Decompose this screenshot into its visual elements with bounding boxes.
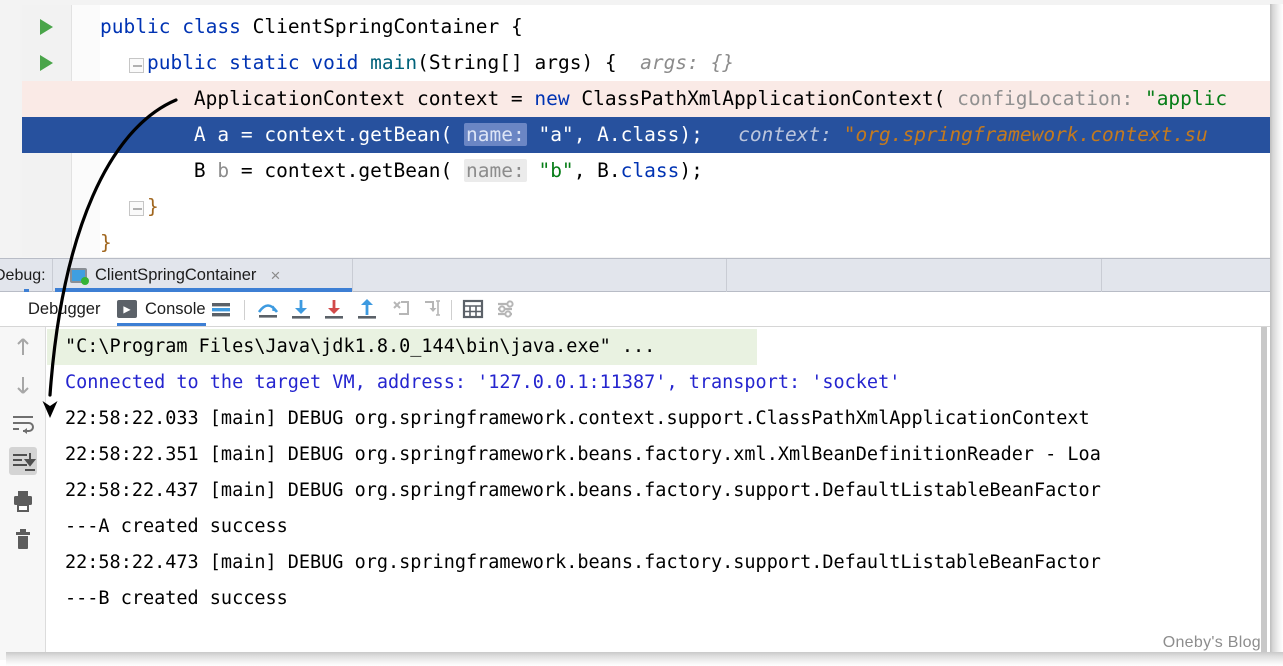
- editor-hscrollbar-track[interactable]: [178, 247, 1270, 257]
- console-icon: ▶: [117, 300, 137, 318]
- close-session-tab-icon[interactable]: ×: [270, 266, 280, 286]
- token-new: new: [534, 87, 570, 110]
- token-var-context: context: [417, 87, 500, 110]
- code-line-getbean-a[interactable]: A a = context.getBean( name: "a", A.clas…: [22, 117, 1270, 153]
- force-step-into-icon[interactable]: [321, 296, 347, 322]
- debug-session-tab-label: ClientSpringContainer: [95, 266, 257, 284]
- token-str-config: "applic: [1144, 87, 1228, 110]
- scroll-to-end-icon[interactable]: [9, 447, 37, 475]
- up-arrow-icon[interactable]: [9, 333, 37, 361]
- token-params: String[] args: [428, 51, 582, 74]
- console-line: Connected to the target VM, address: '12…: [65, 372, 901, 393]
- token-static: static: [229, 51, 300, 74]
- code-line-class-decl[interactable]: public class ClientSpringContainer {: [22, 9, 1270, 45]
- tab-console-label: Console: [145, 299, 206, 318]
- code-line-close-method[interactable]: }: [22, 189, 1270, 225]
- token-str-b: "b": [538, 159, 574, 182]
- print-icon[interactable]: [9, 487, 37, 515]
- token-var-b: b: [217, 159, 230, 182]
- token-type-appcontext: ApplicationContext: [193, 87, 406, 110]
- trash-icon[interactable]: [9, 525, 37, 553]
- toolbar-divider-2: [451, 300, 452, 320]
- code-line-main-decl[interactable]: public static void main(String[] args) {…: [22, 45, 1270, 81]
- step-out-icon[interactable]: [354, 296, 380, 322]
- token-public-2: public: [146, 51, 218, 74]
- watermark: Oneby's Blog: [1162, 634, 1261, 651]
- code-line-getbean-b[interactable]: B b = context.getBean( name: "b", B.clas…: [22, 153, 1270, 189]
- drop-frame-icon[interactable]: [388, 296, 414, 322]
- debug-window-title: Debug:: [0, 267, 46, 284]
- tabbar-divider-2: [352, 259, 353, 292]
- inlay-hint-context: context:: [738, 123, 832, 146]
- console-text-area[interactable]: "C:\Program Files\Java\jdk1.8.0_144\bin\…: [47, 327, 1257, 660]
- console-line: 22:58:22.033 [main] DEBUG org.springfram…: [65, 408, 1090, 429]
- token-brace-1: }: [146, 195, 159, 218]
- tabbar-divider-3: [726, 259, 727, 292]
- tab-console[interactable]: ▶ Console: [117, 292, 206, 326]
- step-over-icon[interactable]: [255, 296, 281, 322]
- run-to-cursor-icon[interactable]: [421, 296, 447, 322]
- toolbar-divider-1: [244, 300, 245, 320]
- inlay-hint-args: args: {}: [640, 51, 735, 74]
- window-right-shadow: [1270, 4, 1283, 666]
- console-output-panel: "C:\Program Files\Java\jdk1.8.0_144\bin\…: [0, 327, 1270, 660]
- console-vscrollbar-thumb[interactable]: [1261, 327, 1267, 660]
- token-type-name: ClientSpringContainer: [252, 15, 500, 38]
- console-vscrollbar-track[interactable]: [1261, 327, 1267, 660]
- token-arg-aclass: A.class);: [597, 123, 703, 146]
- tab-debugger[interactable]: Debugger: [28, 292, 100, 326]
- token-class: class: [182, 15, 241, 38]
- token-brace-2: }: [100, 231, 112, 254]
- console-line: 22:58:22.437 [main] DEBUG org.springfram…: [65, 480, 1101, 501]
- code-line-context-new[interactable]: ApplicationContext context = new ClassPa…: [22, 81, 1270, 117]
- console-line: 22:58:22.473 [main] DEBUG org.springfram…: [65, 552, 1101, 573]
- token-arg-bclass: B.class);: [597, 159, 703, 182]
- debug-tool-window: Debug: ClientSpringContainer × Debugger …: [0, 258, 1283, 666]
- console-line: ---B created success: [65, 588, 288, 609]
- token-type-b: B: [193, 159, 206, 182]
- console-line: 22:58:22.351 [main] DEBUG org.springfram…: [65, 444, 1101, 465]
- token-method-main: main: [370, 51, 418, 74]
- step-into-icon[interactable]: [288, 296, 314, 322]
- token-public: public: [100, 15, 171, 38]
- token-call-getbean-a: context.getBean(: [264, 123, 453, 146]
- debug-session-tabbar: Debug: ClientSpringContainer ×: [0, 258, 1270, 293]
- token-void: void: [311, 51, 359, 74]
- tab-console-underline: [117, 323, 206, 326]
- editor-code-area[interactable]: public class ClientSpringContainer { pub…: [22, 5, 1270, 257]
- tab-debugger-label: Debugger: [28, 299, 101, 318]
- show-execution-point-icon[interactable]: [208, 296, 234, 322]
- inlay-hint-configlocation: configLocation:: [957, 87, 1134, 110]
- token-var-a: a: [217, 123, 230, 146]
- soft-wrap-icon[interactable]: [9, 409, 37, 437]
- console-line: "C:\Program Files\Java\jdk1.8.0_144\bin\…: [47, 329, 757, 365]
- run-configuration-icon: [70, 268, 89, 285]
- inlay-hint-name-a: name:: [464, 123, 527, 146]
- token-str-a: "a": [538, 123, 574, 146]
- code-editor[interactable]: public class ClientSpringContainer { pub…: [22, 5, 1270, 257]
- token-type-cpxac: ClassPathXmlApplicationContext: [581, 87, 934, 110]
- token-call-getbean-b: context.getBean(: [264, 159, 453, 182]
- tabbar-divider-1: [52, 259, 53, 292]
- token-type-a: A: [193, 123, 206, 146]
- inlay-hint-name-b: name:: [464, 159, 527, 182]
- tabbar-divider-4: [1101, 259, 1102, 292]
- window-bottom-shadow: [6, 652, 1283, 666]
- console-line: ---A created success: [65, 516, 288, 537]
- debug-value-context: "org.springframework.context.su: [843, 123, 1208, 146]
- ide-window: public class ClientSpringContainer { pub…: [0, 0, 1283, 666]
- down-arrow-icon[interactable]: [9, 371, 37, 399]
- evaluate-expression-icon[interactable]: [460, 296, 486, 322]
- console-side-toolbar: [0, 327, 46, 660]
- settings-icon[interactable]: [493, 296, 519, 322]
- debug-inner-tabbar: Debugger ▶ Console: [0, 292, 1270, 327]
